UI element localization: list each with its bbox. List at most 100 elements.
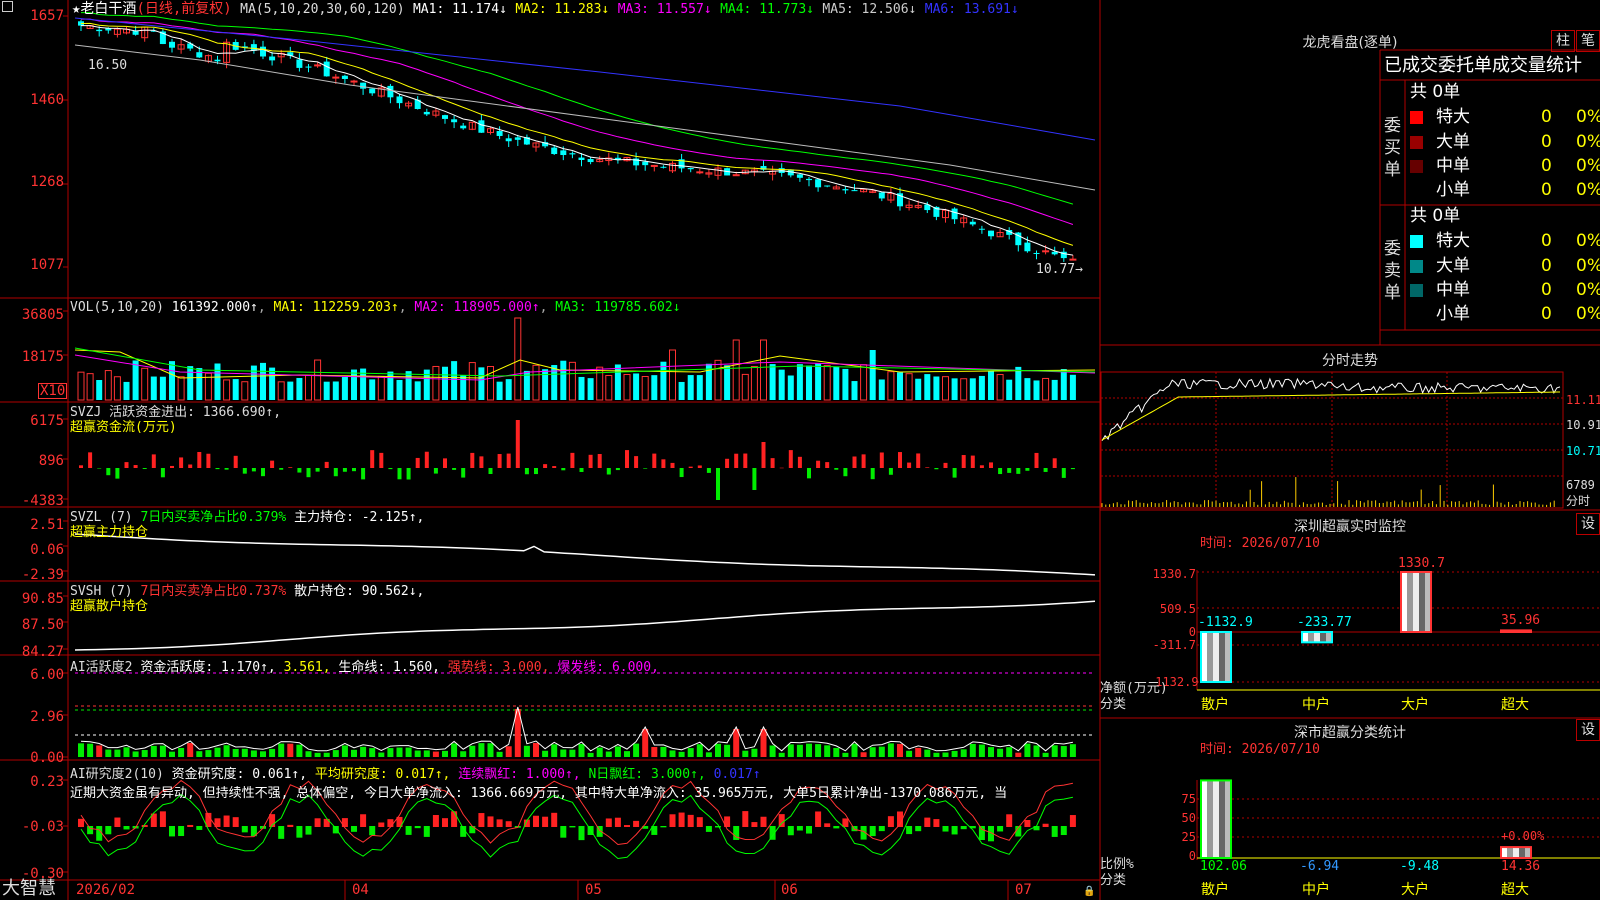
candle-body-104	[1024, 242, 1031, 252]
svzl-ytick-2: -2.39	[21, 567, 64, 583]
ai-active-bar-43	[469, 745, 476, 757]
ai-research-bar-54	[569, 826, 576, 828]
classify-settings-button[interactable]: 设	[1576, 719, 1600, 741]
ai-research-bar-97	[960, 826, 967, 830]
svzj-bar-77	[779, 467, 784, 469]
buy-row-3-count: 0	[1541, 180, 1552, 200]
svzj-bar-19	[251, 468, 256, 472]
ai-research-bar-4	[114, 817, 121, 827]
lock-icon[interactable]: 🔒	[1083, 884, 1095, 900]
classify-top-label: +0.00%	[1501, 829, 1545, 843]
candle-body-80	[806, 178, 812, 181]
vol-bar-43	[468, 362, 476, 401]
vol-bar-11	[177, 376, 185, 401]
vol-bar-107	[1051, 379, 1058, 400]
svzj-bar-22	[279, 468, 284, 470]
monitor-settings-button[interactable]: 设	[1576, 513, 1600, 535]
candle-body-100	[988, 230, 994, 237]
ai-active-bar-67	[687, 748, 694, 757]
vol-bar-66	[678, 381, 685, 400]
buy-row-2-swatch	[1410, 160, 1423, 173]
ai-active-bar-94	[933, 752, 940, 757]
vol-bar-59	[614, 364, 621, 400]
svzj-bar-86	[861, 454, 866, 468]
ai-active-bar-45	[487, 743, 494, 757]
ai-active-bar-57	[596, 747, 603, 757]
vol-bar-12	[187, 366, 194, 400]
svzj-bar-100	[989, 462, 993, 468]
ma4-label: MA4: 11.773↓	[720, 2, 814, 17]
ai-research-bar-13	[196, 826, 203, 830]
vol-bar-68	[696, 375, 703, 400]
vol-bar-64	[660, 361, 667, 400]
ai-active-bar-75	[760, 729, 767, 757]
svzj-bar-11	[179, 457, 184, 468]
ai-active-bar-85	[851, 743, 858, 757]
ai-research-p2: 平均研究度: 0.017↑,	[314, 767, 451, 782]
vol-bar-56	[587, 378, 594, 400]
sell-row-3-name: 小单	[1436, 304, 1470, 324]
vol-bar-90	[897, 372, 903, 400]
candle-body-106	[1042, 250, 1050, 253]
ai-active-ytick-0: 6.00	[30, 667, 64, 683]
svzj-bar-27	[324, 461, 329, 468]
svzj-bar-2	[97, 468, 102, 469]
ai-active-bar-4	[114, 749, 121, 757]
monitor-bar-3	[1500, 629, 1532, 634]
ma6-label: MA6: 13.691↓	[924, 2, 1019, 17]
vol-bar-101	[996, 374, 1004, 401]
svzj-bar-64	[661, 459, 666, 468]
price-ytick-3: 1077	[30, 257, 64, 273]
candle-body-46	[496, 131, 503, 136]
ai-research-bar-17	[232, 817, 239, 827]
vol-bar-79	[796, 364, 803, 400]
candle-body-67	[687, 168, 694, 170]
ma6-line	[74, 17, 1096, 141]
ai-research-bar-59	[614, 817, 621, 827]
classify-ytick-0: 75	[1181, 792, 1196, 806]
ai-active-bar-31	[360, 746, 367, 757]
vol-bar-99	[978, 375, 985, 400]
monitor-bar-0	[1200, 631, 1232, 683]
ai-research-bar-73	[742, 811, 749, 827]
sell-row-0-pct: 0%	[1576, 231, 1600, 251]
candle-body-88	[878, 192, 885, 199]
ai-active-bar-42	[460, 751, 467, 757]
vol-ma3: MA3: 119785.602↓	[555, 300, 681, 315]
vol-bar-16	[223, 379, 231, 401]
ai-active-bar-3	[105, 749, 112, 757]
svzj-bar-23	[288, 467, 293, 468]
ai-research-bar-77	[778, 814, 785, 827]
candle-body-96	[951, 208, 958, 220]
vol-bar-28	[332, 381, 339, 400]
svzj-bar-50	[534, 468, 538, 475]
monitor-axis-label1: 净额(万元)	[1100, 681, 1168, 696]
sell-total: 共 0单	[1410, 206, 1461, 226]
ai-active-p1: 资金活跃度: 1.170↑,	[140, 660, 276, 675]
ai-research-bar-101	[997, 826, 1004, 832]
svzj-bar-48	[515, 420, 520, 468]
tick-mode-button[interactable]: 笔	[1576, 30, 1600, 52]
classify-ytick-1: 50	[1181, 811, 1196, 825]
svzj-bar-105	[1034, 452, 1039, 468]
svzj-bar-66	[679, 468, 684, 478]
svzj-bar-69	[706, 468, 711, 473]
svzj-bar-91	[907, 462, 912, 468]
svzj-bar-7	[142, 468, 147, 469]
vol-bar-45	[487, 366, 494, 401]
svzj-bar-99	[979, 465, 984, 468]
ai-active-bar-38	[423, 750, 430, 757]
svzj-bar-83	[834, 468, 839, 470]
app-logo[interactable]: 大智慧	[2, 878, 56, 900]
vol-bar-34	[387, 371, 394, 400]
bar-mode-button[interactable]: 柱	[1551, 30, 1575, 52]
ma4-line	[81, 12, 1074, 205]
vol-bar-67	[687, 375, 694, 400]
monitor-axis-label2: 分类	[1100, 697, 1127, 712]
ai-research-bar-0	[78, 818, 84, 827]
buy-row-1-count: 0	[1541, 132, 1552, 152]
ai-research-bar-80	[806, 826, 812, 834]
candle-body-13	[196, 52, 203, 58]
svsh-header: SVSH (7) 7日内买卖净占比0.737% 散户持仓: 90.562↓,	[70, 584, 424, 600]
ai-research-title: AI研究度2(10)	[70, 767, 164, 782]
